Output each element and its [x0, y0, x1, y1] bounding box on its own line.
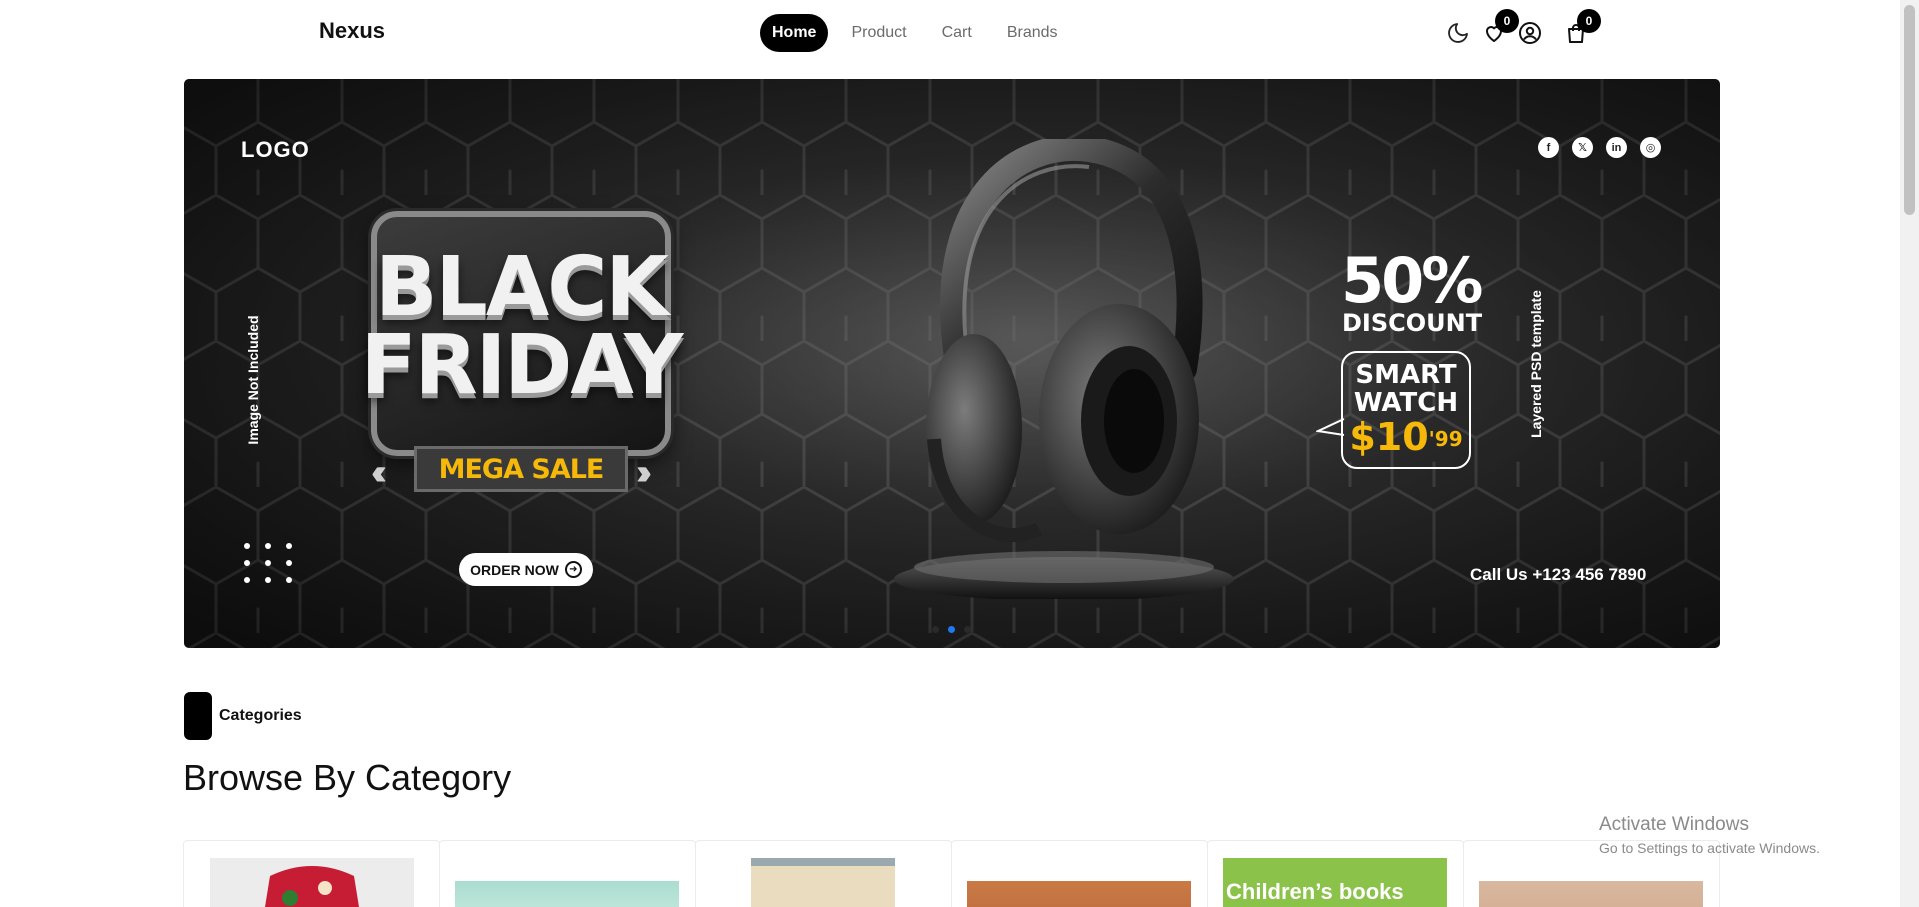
categories-label: Categories	[219, 707, 302, 724]
watch-price-cents: '99	[1428, 427, 1463, 451]
category-card-4[interactable]	[951, 840, 1208, 907]
category-cards: Children’s books	[183, 840, 1721, 907]
floral-dress-image	[265, 866, 359, 907]
mega-sale-text: MEGA SALE	[438, 453, 605, 485]
hero-banner[interactable]: LOGO Image Not Included Layered PSD temp…	[184, 79, 1720, 648]
nav-cart[interactable]: Cart	[930, 14, 984, 52]
category-image-4	[967, 881, 1191, 907]
category-image-1	[210, 858, 414, 907]
carousel-indicators	[932, 626, 971, 633]
facebook-icon[interactable]: f	[1538, 137, 1559, 158]
cart-count-badge: 0	[1577, 9, 1601, 33]
nav-home[interactable]: Home	[760, 14, 829, 52]
windows-activation-watermark: Activate Windows Go to Settings to activ…	[1599, 814, 1820, 856]
category-card-2[interactable]	[439, 840, 696, 907]
call-us-text: Call Us +123 456 7890	[1470, 565, 1647, 584]
chevrons-right-icon: ›››	[636, 451, 652, 492]
category-image-3	[751, 858, 895, 907]
categories-marker	[184, 692, 212, 740]
user-circle-icon	[1519, 22, 1541, 44]
vertical-scrollbar[interactable]	[1900, 0, 1919, 907]
watermark-line-1: Activate Windows	[1599, 814, 1749, 835]
headphone-image	[894, 139, 1234, 599]
brand-logo[interactable]: Nexus	[319, 18, 385, 44]
layered-psd-label: Layered PSD template	[1524, 279, 1548, 449]
category-card-5[interactable]: Children’s books	[1207, 840, 1464, 907]
image-not-included-text: Image Not Included	[245, 315, 261, 445]
carousel-dot-1[interactable]	[932, 626, 939, 633]
layered-psd-text: Layered PSD template	[1528, 290, 1544, 438]
nav-links: Home Product Cart Brands	[760, 14, 1081, 52]
watch-price-dollars: $10	[1349, 415, 1429, 459]
mega-sale-banner: MEGA SALE	[414, 446, 628, 492]
order-now-label: ORDER NOW	[470, 561, 559, 578]
page: Nexus Home Product Cart Brands 0 0 LOGO …	[0, 0, 1919, 907]
headline-line-2: FRIDAY	[360, 318, 684, 413]
linkedin-icon[interactable]: in	[1606, 137, 1627, 158]
x-icon[interactable]: 𝕏	[1572, 137, 1593, 158]
arrow-right-icon: ➜	[564, 561, 582, 578]
instagram-icon[interactable]: ◎	[1640, 137, 1661, 158]
discount-label: DISCOUNT	[1342, 309, 1483, 337]
category-image-2	[455, 881, 679, 907]
browse-by-category-title: Browse By Category	[183, 757, 512, 798]
account-button[interactable]	[1518, 20, 1542, 46]
moon-icon	[1448, 23, 1468, 43]
black-friday-headline: BLACK FRIDAY	[351, 240, 691, 413]
navbar: Nexus Home Product Cart Brands 0 0	[0, 0, 1900, 70]
cart-button[interactable]: 0	[1564, 9, 1601, 46]
category-image-6	[1479, 881, 1703, 907]
carousel-dot-3[interactable]	[964, 626, 971, 633]
watermark-line-2: Go to Settings to activate Windows.	[1599, 840, 1820, 856]
smart-watch-offer: SMART WATCH $10'99	[1341, 351, 1471, 469]
watch-line-2: WATCH	[1353, 388, 1459, 418]
hero-logo-text: LOGO	[241, 137, 310, 162]
wishlist-button[interactable]: 0	[1482, 9, 1519, 46]
scrollbar-thumb[interactable]	[1904, 5, 1915, 215]
chevrons-left-icon: ‹‹‹	[371, 451, 387, 492]
social-icons: f 𝕏 in ◎	[1538, 137, 1661, 158]
category-card-3[interactable]	[695, 840, 952, 907]
image-not-included-label: Image Not Included	[241, 305, 265, 455]
nav-icons: 0 0	[1446, 9, 1601, 46]
black-friday-badge: BLACK FRIDAY ‹‹‹ ››› MEGA SALE	[351, 211, 691, 511]
category-card-1[interactable]	[183, 840, 440, 907]
order-now-button[interactable]: ORDER NOW ➜	[459, 553, 593, 586]
carousel-dot-2[interactable]	[948, 626, 955, 633]
headline-line-1: BLACK	[375, 240, 669, 335]
dark-mode-toggle[interactable]	[1446, 20, 1470, 46]
discount-percent: 50%	[1341, 244, 1483, 317]
decorative-dots	[244, 543, 292, 583]
wishlist-count-badge: 0	[1495, 9, 1519, 33]
nav-product[interactable]: Product	[839, 14, 918, 52]
childrens-books-label: Children’s books	[1226, 879, 1404, 904]
watch-line-1: SMART	[1355, 360, 1457, 390]
nav-brands[interactable]: Brands	[995, 14, 1070, 52]
watch-price: $10'99	[1343, 417, 1469, 457]
